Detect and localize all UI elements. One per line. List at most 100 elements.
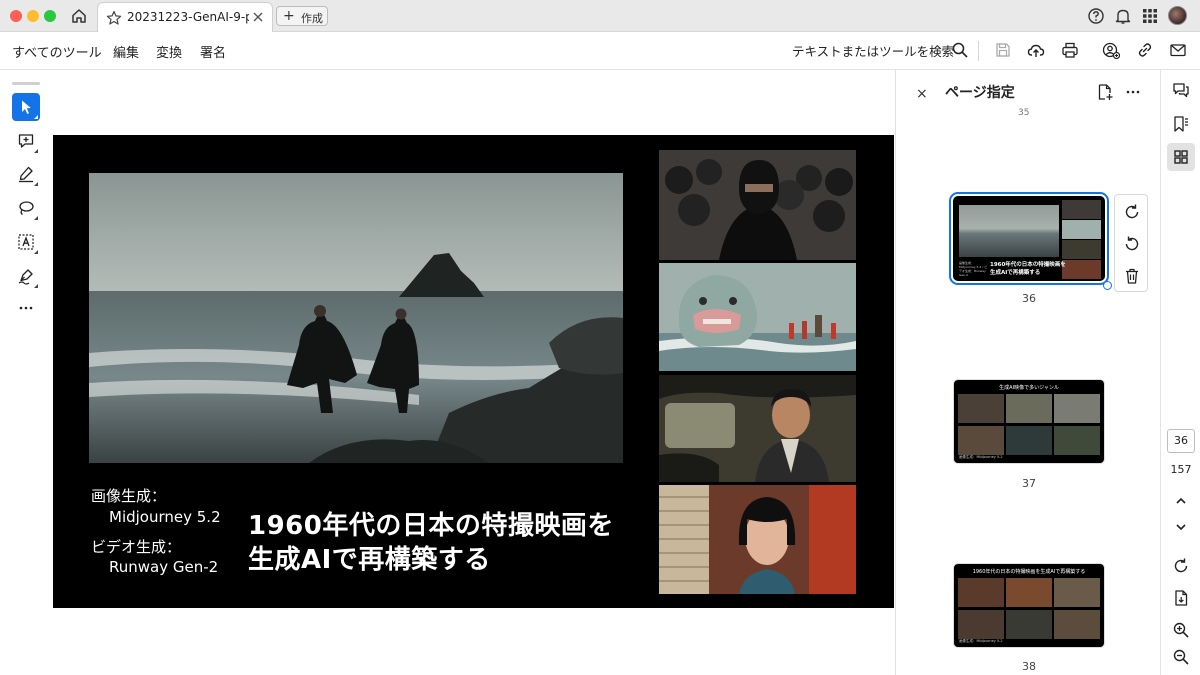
tool-flyout-indicator [34, 216, 38, 220]
comments-icon[interactable] [1172, 81, 1190, 99]
thumb-photo-5 [1006, 610, 1052, 639]
create-new-button[interactable]: + 作成 [276, 6, 328, 26]
scroll-up-icon[interactable] [1172, 492, 1190, 510]
page-thumbnail-38[interactable]: 1960年代の日本の特撮映画を生成AIで再構築する 画像生成：Midjourne… [953, 563, 1105, 648]
window-maximize-button[interactable] [44, 10, 56, 22]
thumb-title: 1960年代の日本の特撮映画を生成AIで再構築する [972, 569, 1086, 575]
thumb-credit: 画像生成：Midjourney 5.2 [959, 455, 1003, 459]
rotate-clockwise-icon[interactable] [1123, 203, 1141, 221]
thumb-photo-1 [958, 394, 1004, 423]
page-number-37: 37 [1022, 477, 1036, 490]
thumb-credit: 画像生成：Midjourney 5.2 / ビデオ生成：Runway Gen-2 [959, 261, 988, 277]
close-panel-button[interactable]: × [916, 86, 928, 102]
tool-flyout-indicator [34, 182, 38, 186]
window-titlebar: 20231223-GenAI-9-pub... + 作成 [0, 0, 1200, 32]
plus-icon: + [283, 8, 295, 24]
image-generation-tool: Midjourney 5.2 [109, 508, 221, 526]
thumb-photo-2 [1006, 578, 1052, 607]
link-icon[interactable] [1136, 41, 1154, 59]
rotate-counterclockwise-icon[interactable] [1123, 235, 1141, 253]
add-comment-tool[interactable] [12, 127, 40, 155]
page-thumbnails-icon [1172, 148, 1190, 166]
pdf-page-slide: 画像生成： Midjourney 5.2 ビデオ生成： Runway Gen-2… [53, 135, 894, 608]
sign-tool[interactable] [12, 262, 40, 290]
toolbar-divider [978, 41, 979, 61]
thumbnail-actions [1114, 194, 1148, 292]
slide-headline-line1: 1960年代の日本の特撮映画を [248, 511, 614, 541]
thumb-photo-1 [1062, 200, 1101, 219]
thumb-credit: 画像生成：Midjourney 5.2 [959, 639, 1003, 643]
thumb-photo-4 [958, 610, 1004, 639]
thumb-photo-2 [1006, 394, 1052, 423]
tool-flyout-indicator [34, 250, 38, 254]
text-recognition-tool[interactable] [12, 228, 40, 256]
star-icon[interactable] [106, 10, 122, 26]
menu-bar: すべてのツール 編集 変換 署名 テキストまたはツールを検索 [0, 32, 1200, 70]
add-page-icon[interactable] [1096, 83, 1114, 101]
photo-man-in-car [659, 375, 856, 482]
tool-flyout-indicator [34, 284, 38, 288]
zoom-out-icon[interactable] [1172, 648, 1190, 666]
zoom-in-icon[interactable] [1172, 621, 1190, 639]
thumb-title-line2: 生成AIで再構築する [990, 270, 1041, 276]
thumb-photo-1 [958, 578, 1004, 607]
refresh-icon[interactable] [1172, 557, 1190, 575]
total-pages: 157 [1170, 463, 1192, 476]
document-tab[interactable]: 20231223-GenAI-9-pub... [97, 2, 273, 32]
save-icon[interactable] [994, 41, 1012, 59]
thumb-title-line1: 1960年代の日本の特撮映画を [990, 262, 1066, 268]
more-options-icon[interactable] [1124, 83, 1142, 101]
menu-edit[interactable]: 編集 [113, 42, 139, 61]
video-generation-tool: Runway Gen-2 [109, 558, 219, 576]
photo-sea-monster [659, 263, 856, 371]
thumb-photo-2 [1062, 220, 1101, 239]
mail-icon[interactable] [1169, 41, 1187, 59]
page-export-icon[interactable] [1172, 589, 1190, 607]
menu-sign[interactable]: 署名 [200, 42, 226, 61]
thumbnail-resize-handle[interactable] [1103, 281, 1112, 290]
bell-icon[interactable] [1114, 7, 1132, 25]
thumb-photo-3 [1054, 578, 1100, 607]
draw-tool[interactable] [12, 194, 40, 222]
more-tools-button[interactable] [12, 294, 40, 322]
slide-headline-line2: 生成AIで再構築する [248, 545, 491, 575]
current-page-input[interactable]: 36 [1167, 429, 1195, 453]
photo-ninja-crowd [659, 150, 856, 260]
window-close-button[interactable] [10, 10, 22, 22]
menu-all-tools[interactable]: すべてのツール [12, 42, 102, 61]
tool-flyout-indicator [34, 149, 38, 153]
page-number-38: 38 [1022, 660, 1036, 673]
cloud-upload-icon[interactable] [1027, 41, 1045, 59]
bookmarks-icon[interactable] [1172, 115, 1190, 133]
share-user-icon[interactable] [1102, 41, 1120, 59]
page-thumbnail-37[interactable]: 生成AI映像で多いジャンル 画像生成：Midjourney 5.2 [953, 379, 1105, 464]
page-number-36: 36 [1022, 292, 1036, 305]
page-thumbnail-36[interactable]: 1960年代の日本の特撮映画を 生成AIで再構築する 画像生成：Midjourn… [949, 192, 1109, 285]
thumb-photo-6 [1054, 426, 1100, 455]
image-generation-label: 画像生成： [91, 487, 167, 505]
thumb-photo-5 [1006, 426, 1052, 455]
panel-title: ページ指定 [945, 85, 1015, 101]
apps-grid-icon[interactable] [1141, 7, 1159, 25]
thumb-photo-3 [1054, 394, 1100, 423]
thumb-photo-4 [1062, 260, 1101, 279]
create-new-label: 作成 [301, 12, 323, 25]
scroll-down-icon[interactable] [1172, 518, 1190, 536]
home-icon[interactable] [70, 7, 88, 25]
search-icon[interactable] [951, 41, 969, 59]
highlight-tool[interactable] [12, 160, 40, 188]
menu-convert[interactable]: 変換 [156, 42, 182, 61]
search-tools-label[interactable]: テキストまたはツールを検索 [792, 41, 954, 60]
thumb-photo-6 [1054, 610, 1100, 639]
select-tool[interactable] [12, 93, 40, 121]
trash-icon[interactable] [1123, 267, 1141, 285]
window-minimize-button[interactable] [27, 10, 39, 22]
help-icon[interactable] [1087, 7, 1105, 25]
close-icon[interactable] [252, 11, 264, 23]
tab-title: 20231223-GenAI-9-pub... [127, 10, 249, 24]
print-icon[interactable] [1061, 41, 1079, 59]
tools-rail [10, 80, 42, 320]
rail-grip-handle[interactable] [12, 82, 40, 85]
tool-flyout-indicator [34, 115, 38, 119]
avatar[interactable] [1168, 6, 1187, 25]
